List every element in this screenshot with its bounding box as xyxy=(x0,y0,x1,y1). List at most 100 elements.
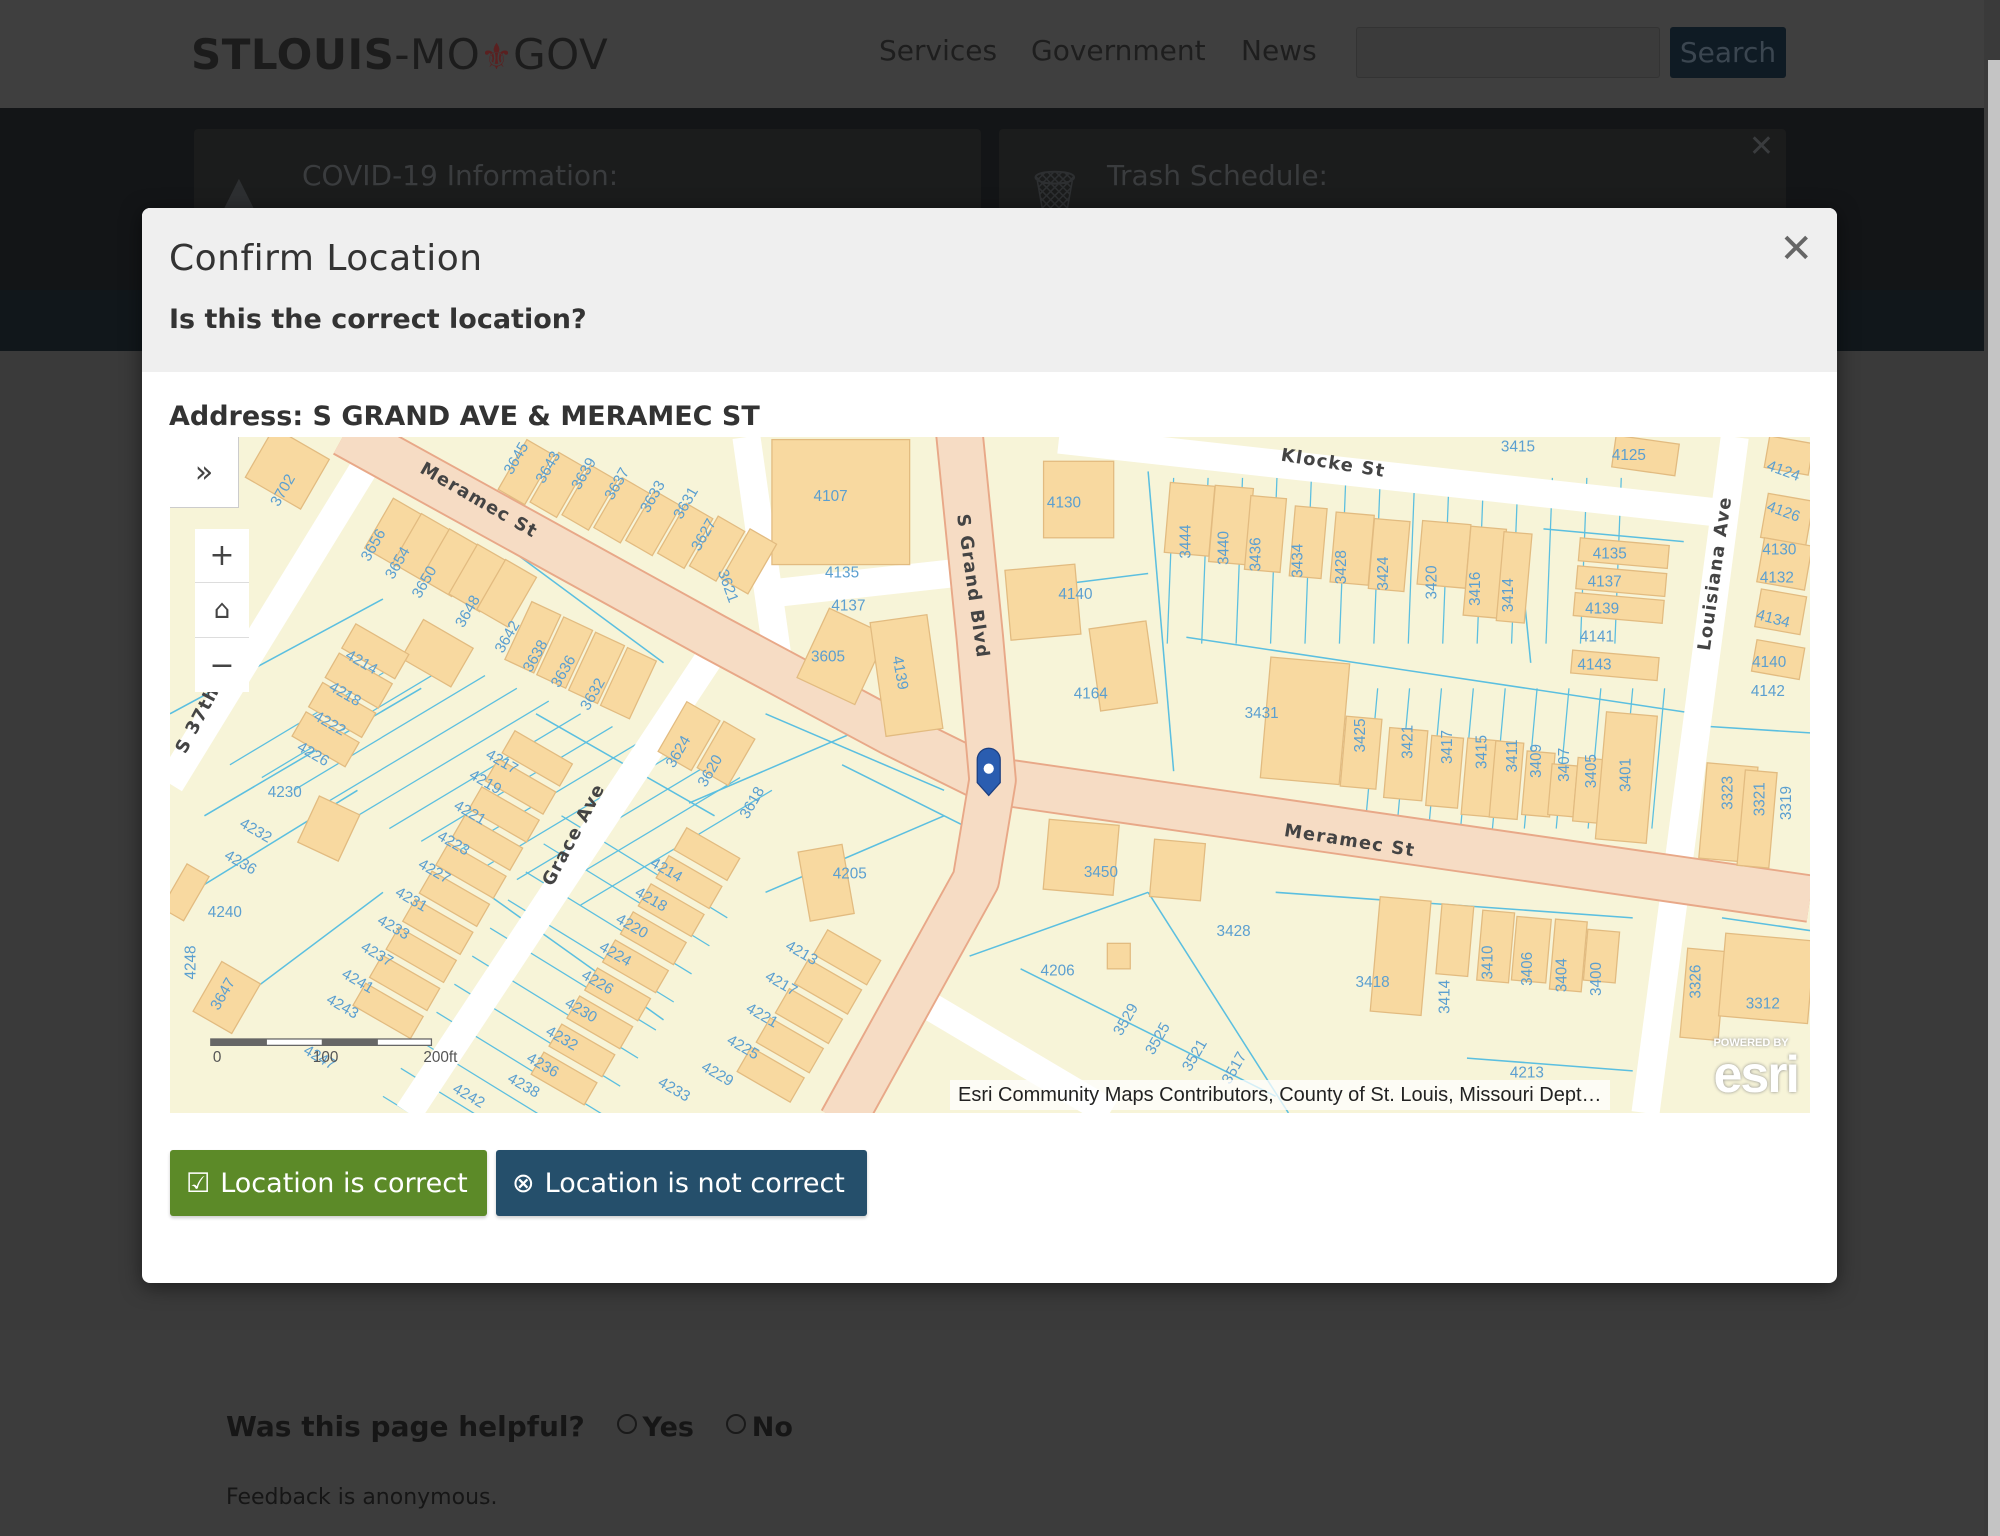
map-attribution[interactable]: Esri Community Maps Contributors, County… xyxy=(950,1080,1610,1110)
site-header: STLOUIS-MO⚜GOV Services Government News … xyxy=(0,0,1984,108)
parcel-number: 4137 xyxy=(1588,573,1622,590)
map-canvas[interactable]: 4107413541373605 413937023645 3643 3639 3637… xyxy=(170,437,1810,1113)
scrollbar[interactable] xyxy=(1988,60,2000,1536)
location-not-correct-button[interactable]: ⊗ Location is not correct xyxy=(496,1150,867,1216)
feedback-note: Feedback is anonymous. xyxy=(226,1485,498,1510)
yes-radio[interactable] xyxy=(616,1414,637,1434)
location-correct-button[interactable]: ☑ Location is correct xyxy=(170,1150,487,1216)
building xyxy=(1369,896,1432,1017)
parcel-number: 3414 xyxy=(1500,578,1517,613)
parcel-number: 3440 xyxy=(1216,531,1233,565)
building xyxy=(1435,903,1475,978)
parcel-number: 3407 xyxy=(1556,748,1573,782)
parcel-number: 3436 xyxy=(1248,537,1265,571)
zoom-out-button[interactable]: − xyxy=(195,638,249,692)
parcel-number: 3326 xyxy=(1688,965,1705,999)
parcel-number: 4206 xyxy=(1041,962,1075,979)
button-label: Location is not correct xyxy=(544,1167,845,1199)
scale-label: 0 xyxy=(213,1049,222,1066)
parcel-number: 3415 xyxy=(1473,735,1490,769)
parcel-number: 3444 xyxy=(1177,524,1194,559)
parcel-number: 3409 xyxy=(1528,744,1545,778)
logo-text: STLOUIS xyxy=(191,30,395,79)
parcel-number: 4142 xyxy=(1751,683,1785,700)
building xyxy=(1106,942,1131,970)
minor-road xyxy=(776,559,953,607)
close-icon[interactable]: ✕ xyxy=(1749,129,1774,164)
parcel-number: 3415 xyxy=(1501,438,1535,455)
parcel-number: 4137 xyxy=(831,598,865,615)
button-label: Location is correct xyxy=(220,1167,468,1199)
parcel-number: 3404 xyxy=(1554,958,1571,993)
parcel-number: 4164 xyxy=(1074,686,1109,703)
parcel-number: 3323 xyxy=(1719,776,1736,810)
parcel-number: 3312 xyxy=(1746,996,1780,1013)
building xyxy=(1148,838,1207,902)
yes-label[interactable]: Yes xyxy=(643,1412,694,1443)
parcel-number: 3414 xyxy=(1436,979,1453,1014)
logo-text: -MO xyxy=(394,30,481,79)
logo-text: GOV xyxy=(513,30,609,79)
location-map[interactable]: 4107 4135 4137 3605 4139 3702 3645 3643 3639 3637… xyxy=(170,437,1810,1113)
parcel-number: 3421 xyxy=(1399,725,1416,759)
scale-label: 100 xyxy=(313,1049,339,1066)
parcel-number: 3416 xyxy=(1467,572,1484,606)
nav-news[interactable]: News xyxy=(1241,34,1317,67)
parcel-number: 3401 xyxy=(1617,758,1634,792)
nav-government[interactable]: Government xyxy=(1031,34,1206,67)
parcel-number: 3410 xyxy=(1480,945,1497,979)
confirm-location-modal: Confirm Location Is this the correct loc… xyxy=(142,208,1837,1283)
parcel-number: 4130 xyxy=(1762,542,1796,559)
parcel-number: 4130 xyxy=(1047,494,1081,511)
parcel-number: 3321 xyxy=(1751,782,1768,816)
parcel-number: 3605 xyxy=(811,649,845,666)
parcel-number: 4135 xyxy=(825,565,859,582)
parcel-number: 3425 xyxy=(1352,718,1369,752)
building xyxy=(1042,818,1120,896)
parcel-number: 4240 xyxy=(208,904,242,921)
address-label: Address: S GRAND AVE & MERAMEC ST xyxy=(169,401,760,432)
parcel-number: 3406 xyxy=(1519,952,1536,986)
parcel-number: 3428 xyxy=(1217,923,1251,940)
parcel-number: 4132 xyxy=(1760,570,1794,587)
no-radio[interactable] xyxy=(725,1414,746,1434)
plus-icon: + xyxy=(209,538,235,573)
modal-subtitle: Is this the correct location? xyxy=(169,304,587,335)
search-input[interactable] xyxy=(1356,27,1660,78)
parcel-number: 4140 xyxy=(1752,654,1786,671)
double-chevron-right-icon: » xyxy=(194,454,214,490)
feedback-question: Was this page helpful? xyxy=(226,1410,585,1443)
modal-header: Confirm Location Is this the correct loc… xyxy=(142,208,1837,372)
parcel-number: 3417 xyxy=(1439,730,1456,764)
parcel-number: 3418 xyxy=(1356,974,1390,991)
parcel-number: 3400 xyxy=(1588,962,1605,996)
parcel-number: 4135 xyxy=(1593,545,1627,562)
close-icon[interactable]: ✕ xyxy=(1779,226,1813,272)
minus-icon: − xyxy=(209,647,235,683)
fleur-de-lis-icon: ⚜ xyxy=(480,37,514,78)
site-logo[interactable]: STLOUIS-MO⚜GOV xyxy=(191,30,608,79)
parcel-number: 4141 xyxy=(1580,628,1614,645)
parcel-number: 4248 xyxy=(183,945,200,979)
scale-bar-segment xyxy=(210,1038,267,1046)
parcel-number: 3319 xyxy=(1778,786,1795,820)
parcel-number: 3424 xyxy=(1375,556,1392,591)
expand-panel-button[interactable]: » xyxy=(170,437,239,508)
parcel-number: 4143 xyxy=(1577,656,1611,673)
alert-title: COVID-19 Information: xyxy=(302,159,619,192)
parcel-number: 4230 xyxy=(268,784,302,801)
nav-services[interactable]: Services xyxy=(879,34,997,67)
search-button[interactable]: Search xyxy=(1670,27,1786,78)
parcel-number: 3434 xyxy=(1290,543,1307,578)
scale-label: 200ft xyxy=(423,1049,458,1066)
zoom-in-button[interactable]: + xyxy=(195,529,249,583)
esri-logo[interactable]: esri POWERED BY xyxy=(1713,1037,1800,1105)
parcel-number: 3431 xyxy=(1245,705,1279,722)
parcel-number: 3405 xyxy=(1583,754,1600,788)
parcel-number: 4107 xyxy=(814,488,848,505)
no-label[interactable]: No xyxy=(752,1412,793,1443)
parcel-number: 3428 xyxy=(1333,550,1350,584)
parcel-number: 4140 xyxy=(1058,586,1092,603)
home-button[interactable]: ⌂ xyxy=(195,583,249,638)
scale-bar-segment xyxy=(321,1038,378,1046)
